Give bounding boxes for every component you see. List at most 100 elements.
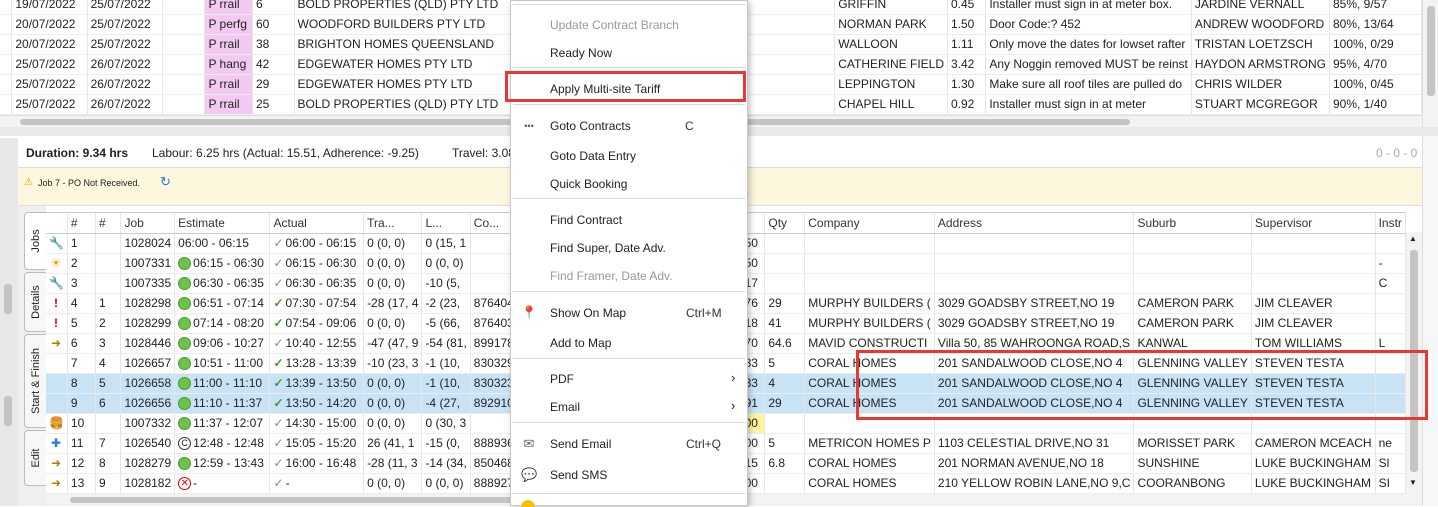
cell-company: CORAL HOMES [804,473,935,494]
cell-l: 0 (0, 0) [421,253,471,274]
menu-item-show-on-map[interactable]: 📍 Show On Map Ctrl+M [511,299,747,327]
menu-item-send-sms[interactable]: 💬 Send SMS [511,461,747,489]
cell-actual: ✓ 13:39 - 13:50 [269,373,365,394]
wrench-icon: 🔧 [49,276,64,291]
check-icon: ✓ [273,276,284,290]
cell-percent: 100%, 0/45 [1329,74,1422,95]
row-icon-cell: ➜ [46,333,68,354]
menu-item-label: Quick Booking [550,177,628,191]
cell-tra: 0 (0, 0) [363,233,423,254]
cell-suburb: MORISSET PARK [1133,433,1252,454]
column-header[interactable]: Instr [1375,213,1406,234]
tab-details[interactable]: Details [24,272,46,332]
cell-num: 60 [252,14,295,35]
cell-tra: -47 (47, 9 [363,333,423,354]
menu-item-pdf[interactable]: PDF › [511,365,747,393]
refresh-icon[interactable]: ↻ [160,174,171,190]
menu-item-ready-now[interactable]: Ready Now [511,39,747,67]
cell-l: -5 (66, [421,313,471,334]
column-header[interactable]: Suburb [1133,213,1252,234]
tab-jobs-label: Jobs [29,229,42,253]
check-icon: ✓ [273,456,284,470]
tab-edit[interactable]: Edit [24,430,46,486]
cell-actual: ✓ 14:30 - 15:00 [269,413,365,434]
menu-separator [513,422,745,423]
menu-item-label: Find Framer, Date Adv. [550,269,673,283]
tab-start-finish-label: Start & Finish [29,347,42,415]
column-header[interactable]: Tra... [363,213,423,234]
column-header[interactable]: Job [120,213,176,234]
status-dot-icon [178,337,192,351]
cell-supervisor: ANDREW WOODFORD [1191,14,1331,35]
estimate-text: 12:48 - 12:48 [193,435,264,450]
row-icon-cell: ☀ [46,253,68,274]
column-header[interactable]: # [67,213,96,234]
cell-a: 10 [67,413,96,434]
cell-company: CORAL HOMES [804,453,935,474]
column-header[interactable]: L... [421,213,471,234]
menu-item-quick-booking[interactable]: Quick Booking [511,170,747,198]
cell-blank [162,54,206,75]
cell-blank [162,0,206,15]
cell-actual: ✓ 13:28 - 13:39 [269,353,365,374]
cell-tra: 26 (41, 1 [363,433,423,454]
menu-item-goto-data-entry[interactable]: Goto Data Entry [511,142,747,170]
menu-item-email[interactable]: Email › [511,393,747,421]
submenu-chevron-icon: › [731,370,736,385]
cell-qty [764,473,806,494]
cell-date: 26/07/2022 [87,74,163,95]
actual-text: 13:39 - 13:50 [285,376,357,390]
actual-text: 15:05 - 15:20 [285,436,357,450]
cell-instr: ne [1375,433,1406,454]
cell-l: -14 (34, [421,453,471,474]
cell-suburb [1133,233,1252,254]
cell-qty [764,253,806,274]
cell-date: 25/07/2022 [87,0,163,15]
upper-vertical-scrollbar[interactable] [1422,0,1438,127]
column-header[interactable]: Supervisor [1251,213,1376,234]
menu-item-find-contract[interactable]: Find Contract [511,206,747,234]
cell-blank [0,14,13,35]
cell-address [934,233,1135,254]
tab-start-finish[interactable]: Start & Finish [24,334,46,428]
cell-estimate: 11:37 - 12:07 [174,413,271,434]
cell-company: METRICON HOMES P [804,433,935,454]
tab-jobs[interactable]: Jobs [24,212,46,270]
cell-actual: ✓ 06:30 - 06:35 [269,273,365,294]
menu-item-send-email[interactable]: ✉ Send Email Ctrl+Q [511,430,747,458]
estimate-text: 06:15 - 06:30 [193,255,264,270]
menu-item-add-to-map[interactable]: Add to Map [511,329,747,357]
cell-a: 1 [67,233,96,254]
cell-job: 1026658 [120,373,176,394]
cell-type: P hang [204,54,253,75]
cell-num: 6 [252,0,295,15]
column-header[interactable]: Company [804,213,935,234]
column-header[interactable]: Actual [269,213,365,234]
menu-item-label: Show On Map [550,306,627,320]
column-header[interactable]: Estimate [174,213,271,234]
tab-details-label: Details [29,285,42,319]
cell-percent: 90%, 1/40 [1329,94,1422,115]
vertical-tab-strip: Jobs Details Start & Finish Edit [18,206,46,506]
menu-item-find-super-date-adv[interactable]: Find Super, Date Adv. [511,234,747,262]
cell-lb: 3.42 [947,54,987,75]
cell-company [804,253,935,274]
cell-date: 25/07/2022 [11,54,88,75]
column-header[interactable] [46,213,68,234]
menu-item-label: Find Contract [550,213,623,227]
labour-text: Labour: 6.25 hrs (Actual: 15.51, Adheren… [152,146,419,160]
menu-separator [513,104,745,105]
status-dot-icon [178,457,192,471]
menu-item-goto-contracts[interactable]: ••• Goto Contracts C [511,112,747,140]
column-header[interactable]: Address [934,213,1135,234]
cell-l: -54 (81, [421,333,471,354]
column-header[interactable]: Qty [764,213,806,234]
cell-supervisor: STUART MCGREGOR [1191,94,1331,115]
check-icon: ✓ [273,416,284,430]
check-icon: ✓ [273,436,284,450]
cell-suburb: NORMAN PARK [834,14,948,35]
cell-actual: ✓ - [269,473,365,494]
cell-date: 26/07/2022 [87,94,163,115]
menu-separator [513,493,745,494]
column-header[interactable]: # [95,213,122,234]
